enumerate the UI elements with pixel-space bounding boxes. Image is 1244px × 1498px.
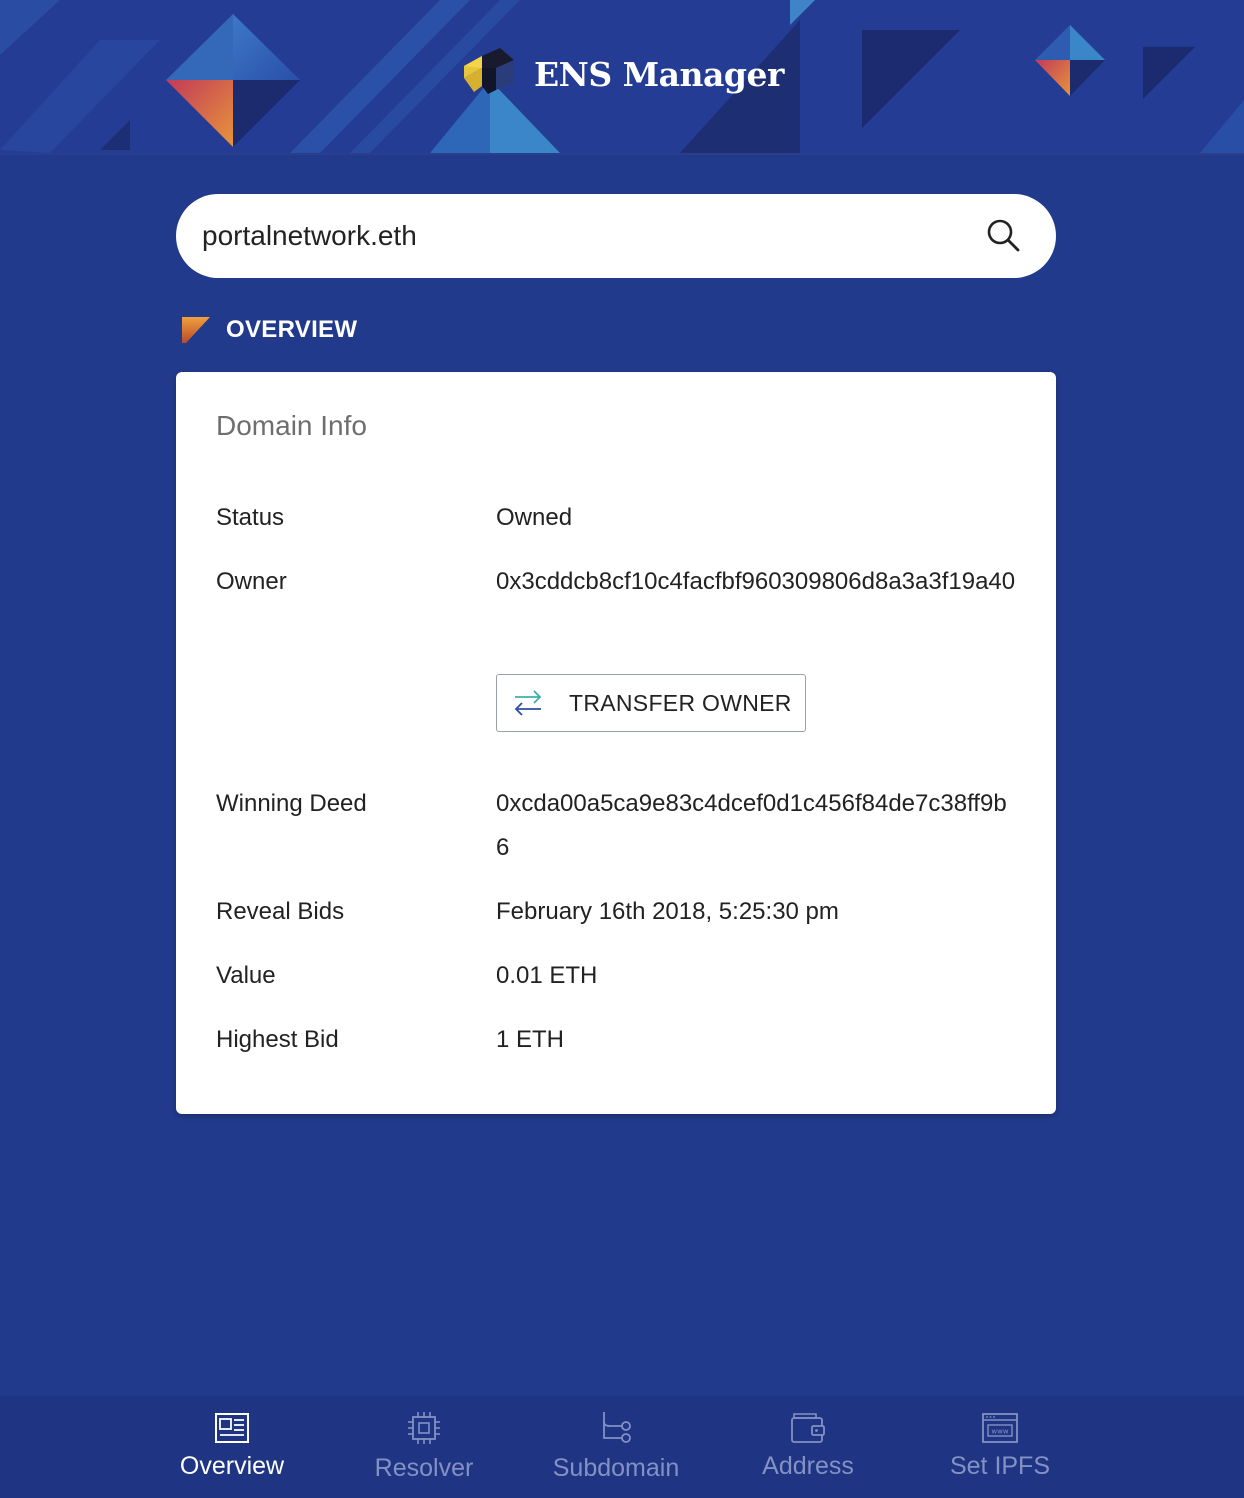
nav-item-overview[interactable]: Overview <box>136 1396 328 1496</box>
app-header: ENS Manager <box>0 0 1244 155</box>
bottom-nav: Overview Resolver Subdomain Address www … <box>0 1396 1244 1498</box>
transfer-owner-button[interactable]: TRANSFER OWNER <box>496 674 806 732</box>
highest-bid-label: Highest Bid <box>216 1026 339 1053</box>
value-value: 0.01 ETH <box>496 962 598 989</box>
status-value: Owned <box>496 504 573 531</box>
domain-info-card: Domain Info Status Owned Owner 0x3cddcb8… <box>176 372 1056 1114</box>
svg-text:www: www <box>991 1428 1008 1436</box>
nav-item-subdomain[interactable]: Subdomain <box>520 1396 712 1496</box>
section-label: OVERVIEW <box>226 316 358 343</box>
highest-bid-value: 1 ETH <box>496 1026 565 1053</box>
newspaper-icon <box>215 1413 249 1443</box>
transfer-owner-label: TRANSFER OWNER <box>569 689 792 716</box>
nav-label-subdomain: Subdomain <box>552 1454 680 1482</box>
search-input[interactable] <box>202 212 962 260</box>
owner-value: 0x3cddcb8cf10c4facfbf960309806d8a3a3f19a… <box>496 568 1016 595</box>
www-browser-icon: www <box>982 1413 1018 1443</box>
nav-label-address: Address <box>762 1452 854 1480</box>
winning-deed-label: Winning Deed <box>216 790 367 817</box>
owner-label: Owner <box>216 568 287 595</box>
search-icon[interactable] <box>982 214 1026 258</box>
swap-arrows-icon <box>514 690 542 716</box>
ens-logo-icon <box>464 48 514 94</box>
chip-icon <box>408 1412 440 1444</box>
nav-label-overview: Overview <box>179 1452 285 1480</box>
section-flag-icon <box>182 317 210 343</box>
brand: ENS Manager <box>460 46 784 102</box>
branch-icon <box>603 1412 631 1443</box>
overview-section-header: OVERVIEW <box>182 314 357 346</box>
nav-label-resolver: Resolver <box>374 1454 474 1482</box>
nav-item-address[interactable]: Address <box>712 1396 904 1496</box>
status-label: Status <box>216 504 285 531</box>
reveal-bids-label: Reveal Bids <box>216 898 345 925</box>
nav-label-set-ipfs: Set IPFS <box>949 1452 1051 1480</box>
winning-deed-value: 0xcda00a5ca9e83c4dcef0d1c456f84de7c38ff9… <box>496 790 1007 861</box>
reveal-bids-value: February 16th 2018, 5:25:30 pm <box>496 898 839 925</box>
value-label: Value <box>216 962 276 989</box>
app-title: ENS Manager <box>534 54 784 94</box>
nav-item-resolver[interactable]: Resolver <box>328 1396 520 1496</box>
nav-item-set-ipfs[interactable]: www Set IPFS <box>904 1396 1096 1496</box>
card-title: Domain Info <box>216 410 367 441</box>
search-bar <box>176 194 1056 278</box>
app-root: ENS Manager OVERVIEW Domain Info Status … <box>0 0 1244 1498</box>
wallet-icon <box>791 1413 825 1443</box>
